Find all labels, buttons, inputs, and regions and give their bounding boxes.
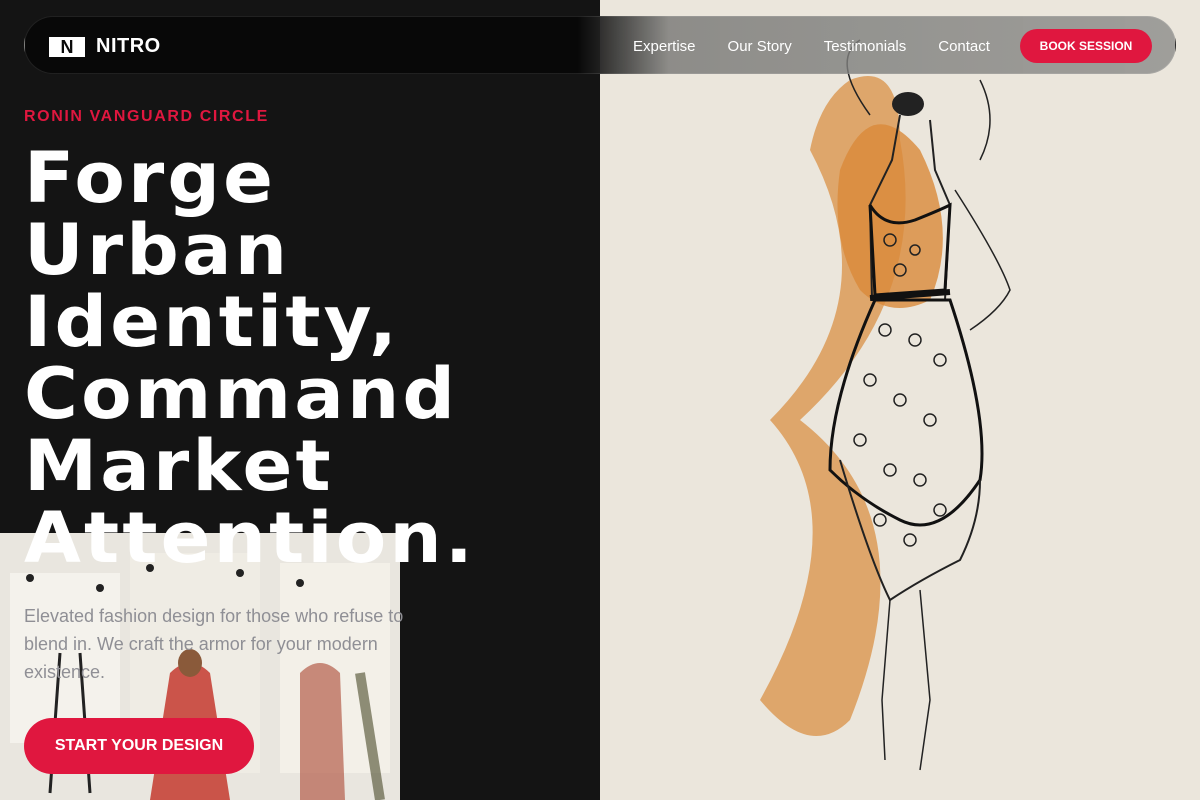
book-session-button[interactable]: BOOK SESSION — [1020, 29, 1152, 63]
headline-line: Attention. — [24, 497, 476, 579]
headline-line: Urban — [24, 209, 291, 291]
hero-fashion-sketch-image — [600, 0, 1200, 800]
hero-eyebrow: RONIN VANGUARD CIRCLE — [24, 108, 269, 125]
top-navigation-bar: N NITRO Expertise Our Story Testimonials… — [24, 16, 1176, 74]
hero-headline: Forge Urban Identity, Command Market Att… — [24, 142, 473, 574]
brand-logo[interactable]: N NITRO — [49, 35, 161, 58]
headline-line: Identity, — [24, 281, 401, 363]
hero-subtext: Elevated fashion design for those who re… — [24, 606, 404, 682]
nav-link-our-story[interactable]: Our Story — [728, 38, 792, 55]
start-your-design-button[interactable]: START YOUR DESIGN — [24, 718, 254, 774]
headline-line: Forge — [24, 137, 277, 219]
headline-line: Command — [24, 353, 459, 435]
nav-link-testimonials[interactable]: Testimonials — [824, 38, 907, 55]
nav-link-expertise[interactable]: Expertise — [633, 38, 696, 55]
nav-links: Expertise Our Story Testimonials Contact — [633, 17, 990, 75]
nav-link-contact[interactable]: Contact — [938, 38, 990, 55]
brand-name: NITRO — [96, 35, 161, 57]
headline-line: Market — [24, 425, 334, 507]
logo-mark-icon: N — [49, 36, 85, 57]
